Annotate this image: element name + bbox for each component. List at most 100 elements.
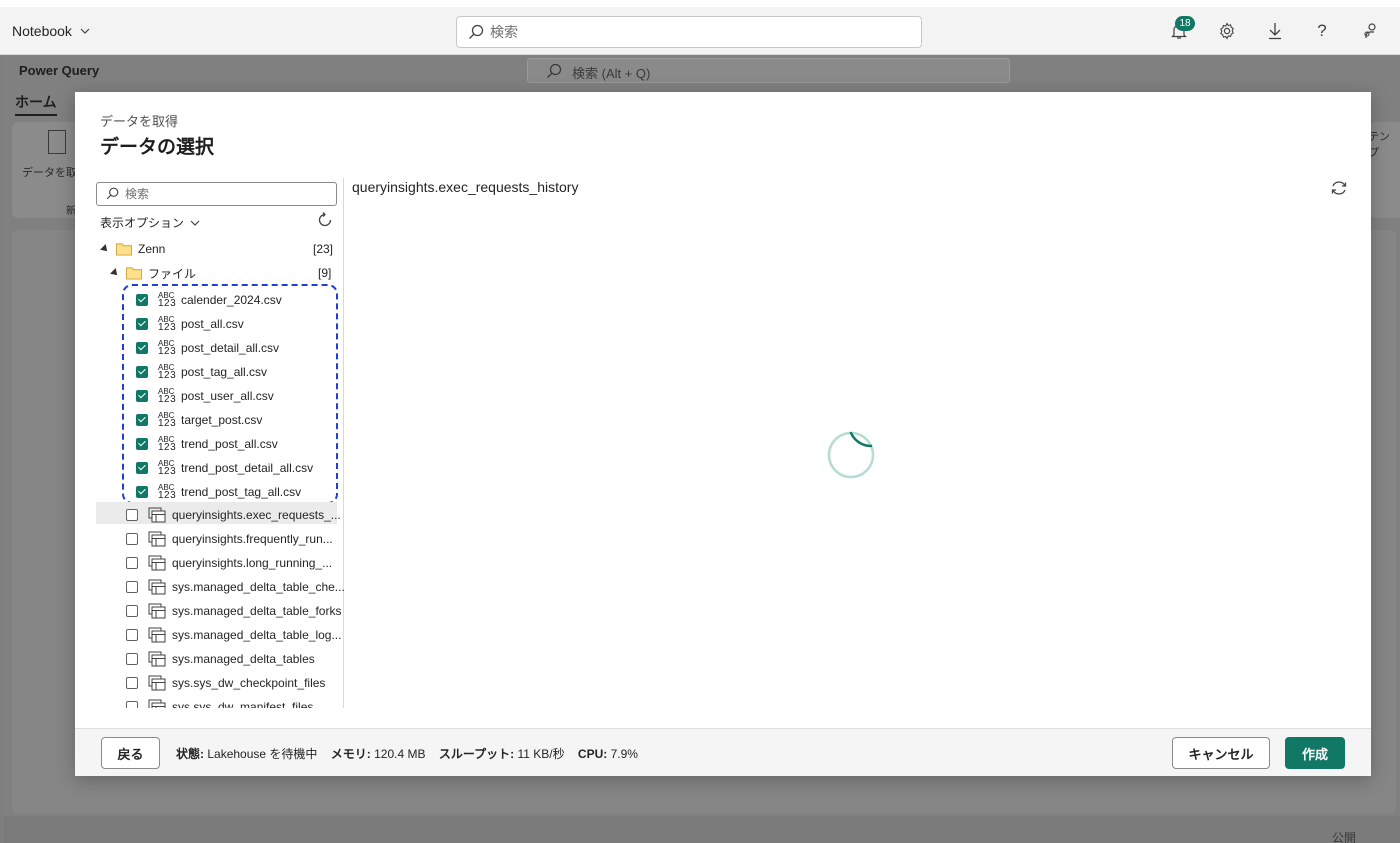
list-item[interactable]: sys.managed_delta_table_log... <box>126 624 341 646</box>
list-item[interactable]: sys.sys_dw_checkpoint_files <box>126 672 325 694</box>
checkbox-unchecked[interactable] <box>126 677 138 689</box>
tree-node-label: Zenn <box>138 242 166 256</box>
table-icon <box>148 531 166 547</box>
list-item[interactable]: sys.managed_delta_table_che... <box>126 576 345 598</box>
table-icon <box>148 555 166 571</box>
app-top-bar: Notebook 18 ? <box>0 0 1400 55</box>
document-icon <box>48 130 66 154</box>
people-icon <box>1364 23 1376 38</box>
download-icon <box>1269 23 1281 40</box>
tree-node-label: ファイル <box>148 266 197 281</box>
cpu-value: 7.9% <box>610 747 638 761</box>
tab-home[interactable]: ホーム <box>15 92 57 116</box>
chevron-down-icon <box>80 28 90 34</box>
navigator-search-input[interactable] <box>125 186 325 202</box>
navigator-search[interactable] <box>96 182 337 206</box>
list-item[interactable]: sys.sys_dw_manifest_files <box>126 696 313 708</box>
settings-button[interactable] <box>1217 21 1237 41</box>
loading-spinner-icon <box>827 431 875 479</box>
checkbox-unchecked[interactable] <box>126 557 138 569</box>
checkbox-unchecked[interactable] <box>126 629 138 641</box>
table-icon <box>148 579 166 595</box>
list-item-label: queryinsights.frequently_run... <box>172 532 333 546</box>
ribbon-template-label: テンプ <box>1368 131 1390 159</box>
refresh-icon <box>318 212 332 227</box>
table-icon <box>148 507 166 523</box>
memory-label: メモリ: <box>330 747 371 761</box>
caret-expanded-icon <box>110 268 120 278</box>
help-button[interactable]: ? <box>1312 21 1332 41</box>
folder-icon <box>116 243 132 256</box>
dialog-subtitle: データを取得 <box>100 114 179 129</box>
checkbox-unchecked[interactable] <box>126 653 138 665</box>
dialog-title: データの選択 <box>100 137 215 158</box>
list-item-label: queryinsights.exec_requests_... <box>172 508 341 522</box>
table-icon <box>148 699 166 708</box>
list-item[interactable]: sys.managed_delta_table_forks <box>126 600 341 622</box>
preview-title: queryinsights.exec_requests_history <box>352 179 579 195</box>
refresh-preview-icon <box>1331 181 1347 195</box>
table-icon <box>148 603 166 619</box>
back-button[interactable]: 戻る <box>101 737 160 769</box>
display-options-dropdown[interactable]: 表示オプション <box>100 214 200 231</box>
table-icon <box>148 675 166 691</box>
status-label: 状態: <box>176 747 204 761</box>
search-icon <box>469 24 484 39</box>
list-item[interactable]: queryinsights.long_running_... <box>126 552 332 574</box>
share-button[interactable] <box>1360 21 1380 41</box>
create-button[interactable]: 作成 <box>1285 737 1345 769</box>
global-search[interactable] <box>456 16 922 48</box>
status-line: 状態: Lakehouse を待機中 メモリ: 120.4 MB スループット:… <box>176 745 638 762</box>
checkbox-unchecked[interactable] <box>126 605 138 617</box>
checkbox-unchecked[interactable] <box>126 509 138 521</box>
ribbon-get-data-label: データを取 <box>22 167 77 179</box>
list-item[interactable]: sys.managed_delta_tables <box>126 648 315 670</box>
checkbox-unchecked[interactable] <box>126 701 138 708</box>
list-item-label: sys.managed_delta_table_log... <box>172 628 342 642</box>
list-item[interactable]: queryinsights.frequently_run... <box>126 528 333 550</box>
list-item-label: sys.sys_dw_checkpoint_files <box>172 676 326 690</box>
list-item-label: sys.managed_delta_tables <box>172 652 315 666</box>
status-value: Lakehouse を待機中 <box>207 747 318 761</box>
list-item-label: sys.managed_delta_table_che... <box>172 580 345 594</box>
pane-divider[interactable] <box>343 178 344 708</box>
search-icon <box>106 187 119 200</box>
cpu-label: CPU: <box>577 747 608 761</box>
power-query-search-placeholder: 検索 (Alt + Q) <box>572 66 651 81</box>
tree-node-folder[interactable]: ファイル <box>110 262 197 284</box>
search-icon <box>547 63 562 78</box>
clipped-row-container: sys.sys_dw_manifest_files <box>126 696 341 708</box>
notification-badge: 18 <box>1175 16 1195 31</box>
preview-refresh-button[interactable] <box>1329 178 1349 201</box>
tree-node-count: [23] <box>313 242 334 256</box>
table-icon <box>148 651 166 667</box>
checkbox-unchecked[interactable] <box>126 581 138 593</box>
power-query-status-bar: 公開 <box>4 816 1400 843</box>
checkbox-unchecked[interactable] <box>126 533 138 545</box>
display-options-label: 表示オプション <box>100 216 185 230</box>
app-switcher[interactable]: Notebook <box>12 23 90 39</box>
tree-node-count: [9] <box>318 266 332 280</box>
navigator-refresh-button[interactable] <box>316 211 334 232</box>
memory-value: 120.4 MB <box>374 747 426 761</box>
tree-node-root[interactable]: Zenn <box>100 238 166 260</box>
list-item-label: sys.managed_delta_table_forks <box>172 604 342 618</box>
throughput-label: スループット: <box>438 747 515 761</box>
power-query-search[interactable]: 検索 (Alt + Q) <box>527 58 1010 83</box>
cancel-button[interactable]: キャンセル <box>1172 737 1270 769</box>
download-button[interactable] <box>1265 21 1285 41</box>
dialog-footer: 戻る 状態: Lakehouse を待機中 メモリ: 120.4 MB スループ… <box>75 728 1371 776</box>
list-item-label: queryinsights.long_running_... <box>172 556 333 570</box>
choose-data-dialog: データを取得 データの選択 表示オプション Zenn [23] ファイル [9]… <box>75 92 1371 776</box>
question-icon: ? <box>1317 21 1327 40</box>
global-search-input[interactable] <box>490 22 910 42</box>
list-item[interactable]: queryinsights.exec_requests_... <box>126 504 341 526</box>
ribbon-get-data[interactable]: データを取 新 <box>12 122 82 218</box>
app-title: Notebook <box>12 23 72 39</box>
gear-icon <box>1220 22 1234 40</box>
list-item-label: sys.sys_dw_manifest_files <box>172 700 314 708</box>
selection-highlight-annotation <box>122 284 338 504</box>
folder-icon <box>126 267 142 280</box>
table-icon <box>148 627 166 643</box>
publish-label[interactable]: 公開 <box>1332 829 1356 843</box>
